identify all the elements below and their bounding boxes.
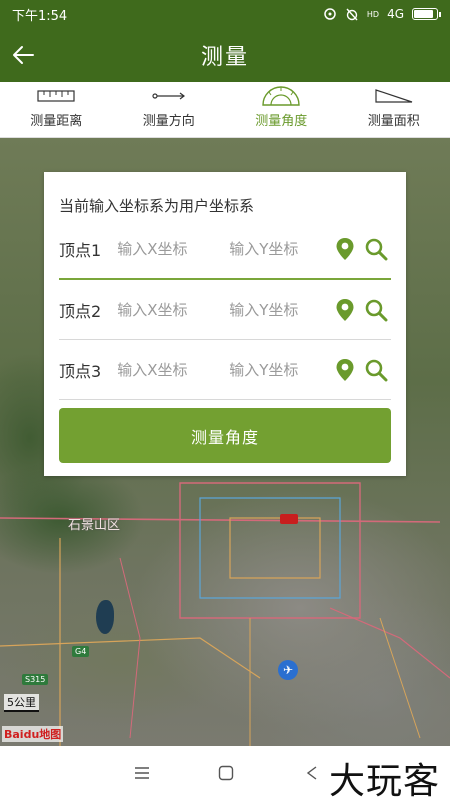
network-label: 4G: [387, 7, 404, 21]
pick-on-map-button[interactable]: [329, 295, 360, 325]
tab-label: 测量方向: [142, 114, 195, 129]
battery-icon: [412, 8, 441, 20]
coordinate-system-note: 当前输入坐标系为用户坐标系: [59, 197, 255, 215]
angle-input-panel: 当前输入坐标系为用户坐标系 顶点1 顶点2 顶点3 测量角度: [44, 172, 406, 476]
vertex-2-x-input[interactable]: [117, 300, 230, 319]
protractor-icon: [262, 86, 300, 106]
map-logo: Baidu地图: [2, 726, 64, 742]
lake: [96, 600, 114, 634]
app-bar: 测量: [0, 28, 450, 82]
vertex-label: 顶点1: [59, 241, 102, 260]
measure-angle-button[interactable]: 测量角度: [59, 408, 391, 463]
search-icon: [365, 299, 388, 321]
measure-tabs: 测量距离 测量方向 测量角度 测量面积: [0, 82, 450, 138]
road-badge-s315: S315: [22, 674, 49, 685]
status-icons: HD 4G: [323, 7, 441, 21]
vertex-row-3: 顶点3: [59, 340, 391, 400]
vertex-3-y-input[interactable]: [229, 360, 330, 379]
vertex-label: 顶点3: [59, 361, 102, 381]
home-button[interactable]: [214, 763, 238, 783]
arrow-left-icon: [13, 46, 34, 64]
ruler-icon: [37, 90, 75, 102]
watermark: 大玩客: [328, 761, 440, 800]
status-bar: 下午1:54 HD 4G: [0, 0, 450, 28]
home-square-icon: [218, 765, 234, 781]
triangle-area-icon: [375, 89, 412, 103]
page-title: 测量: [200, 45, 249, 70]
battery-level: [414, 10, 433, 18]
search-icon: [365, 359, 388, 381]
vertex-row-1: 顶点1: [59, 220, 391, 280]
system-nav-bar: 大玩客: [0, 746, 450, 800]
hd-badge: HD: [366, 9, 380, 19]
landmark-marker-icon: [280, 514, 298, 524]
back-button[interactable]: [0, 28, 46, 82]
tab-measure-area[interactable]: 测量面积: [338, 82, 450, 137]
menu-icon: [135, 767, 149, 779]
vertex-row-2: 顶点2: [59, 280, 391, 340]
search-location-button[interactable]: [360, 295, 391, 325]
hotspot-icon: [324, 8, 336, 20]
vertex-label: 顶点2: [59, 301, 102, 321]
location-pin-icon: [336, 358, 354, 381]
map-scale: 5公里: [4, 694, 39, 712]
tab-label: 测量距离: [30, 114, 83, 129]
search-location-button[interactable]: [360, 234, 391, 264]
back-triangle-icon: [306, 766, 317, 780]
tab-measure-direction[interactable]: 测量方向: [113, 82, 226, 137]
arrow-direction-icon: [152, 92, 185, 100]
vertex-2-y-input[interactable]: [229, 300, 330, 319]
pick-on-map-button[interactable]: [329, 234, 360, 264]
location-pin-icon: [336, 238, 354, 260]
search-icon: [365, 238, 388, 261]
location-pin-icon: [336, 298, 354, 321]
tab-label: 测量角度: [255, 114, 308, 129]
status-time: 下午1:54: [12, 8, 68, 24]
alarm-off-icon: [346, 8, 358, 21]
vertex-1-y-input[interactable]: [229, 240, 330, 258]
vertex-1-x-input[interactable]: [117, 240, 230, 258]
tab-label: 测量面积: [367, 114, 420, 129]
tab-measure-distance[interactable]: 测量距离: [0, 82, 113, 137]
menu-button[interactable]: [130, 763, 154, 783]
district-label: 石景山区: [68, 518, 121, 533]
back-nav-button[interactable]: [300, 763, 324, 783]
airport-icon: ✈: [278, 660, 298, 680]
search-location-button[interactable]: [360, 355, 391, 385]
pick-on-map-button[interactable]: [329, 355, 360, 385]
vertex-3-x-input[interactable]: [117, 360, 230, 379]
tab-measure-angle[interactable]: 测量角度: [225, 82, 338, 137]
road-badge-g4: G4: [72, 646, 90, 657]
